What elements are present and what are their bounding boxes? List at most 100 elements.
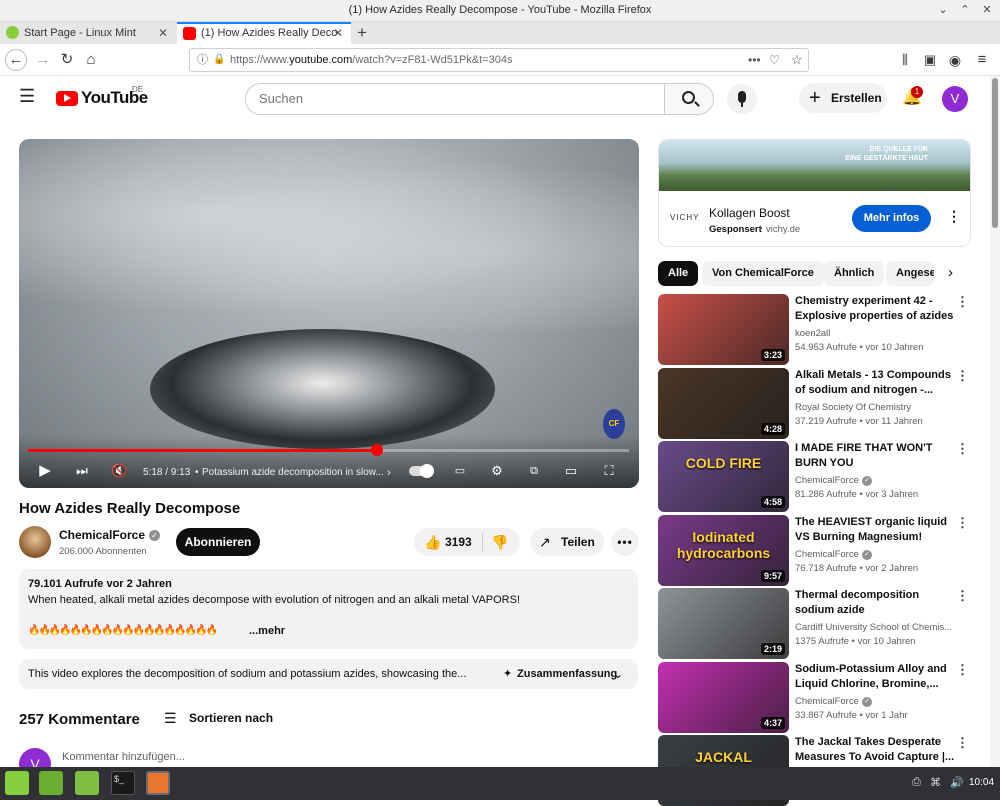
mint-menu-icon[interactable]: [5, 771, 29, 795]
recommendation-title[interactable]: I MADE FIRE THAT WON'T BURN YOU: [795, 441, 960, 471]
recommendation-thumbnail[interactable]: 3:23: [658, 294, 789, 365]
more-vertical-icon[interactable]: ⋮: [956, 368, 969, 384]
ad-banner-image[interactable]: DIE QUELLE FÜR EINE GESTÄRKTE HAUT: [659, 140, 970, 191]
hamburger-menu-icon[interactable]: ☰: [19, 86, 35, 107]
back-icon[interactable]: ←: [5, 49, 27, 71]
ad-cta-button[interactable]: Mehr infos: [852, 205, 931, 232]
url-bar[interactable]: ⓘ 🔒 https://www.youtube.com/watch?v=zF81…: [189, 48, 809, 72]
recommendation-channel[interactable]: Cardiff University School of Chemis...: [795, 622, 952, 633]
tab-start-page[interactable]: Start Page - Linux Mint ✕: [0, 22, 176, 44]
settings-gear-icon[interactable]: ⚙: [489, 463, 505, 479]
comment-input[interactable]: Kommentar hinzufügen...: [62, 751, 185, 763]
firefox-icon[interactable]: [146, 771, 170, 795]
description-box[interactable]: 79.101 Aufrufe vor 2 Jahren When heated,…: [19, 569, 638, 649]
video-player[interactable]: CF ▶ ⏭ 🔇 5:18 / 9:13 • Potassium azide d…: [19, 139, 639, 488]
sort-label[interactable]: Sortieren nach: [189, 711, 273, 725]
volume-icon[interactable]: 🔊: [950, 776, 964, 789]
page-actions-icon[interactable]: •••: [748, 49, 761, 71]
recommendation-item[interactable]: 4:37 Sodium-Potassium Alloy and Liquid Ch…: [658, 662, 988, 733]
channel-name[interactable]: ChemicalForce: [59, 528, 145, 542]
recommendation-title[interactable]: The HEAVIEST organic liquid VS Burning M…: [795, 515, 960, 545]
mute-icon[interactable]: 🔇: [111, 463, 127, 479]
clock[interactable]: 10:04: [969, 777, 994, 788]
recommendation-item[interactable]: Iodinated hydrocarbons 9:57 The HEAVIEST o…: [658, 515, 988, 586]
more-vertical-icon[interactable]: ⋮: [956, 662, 969, 678]
more-vertical-icon[interactable]: ⋮: [956, 441, 969, 457]
close-tab-icon[interactable]: ✕: [333, 24, 343, 43]
recommendation-item[interactable]: COLD FIRE 4:58 I MADE FIRE THAT WON'T BURN…: [658, 441, 988, 512]
autoplay-toggle[interactable]: [409, 464, 434, 478]
create-button[interactable]: + Erstellen: [799, 83, 887, 113]
like-count[interactable]: 3193: [445, 528, 472, 556]
chip-watched[interactable]: Angesehen: [886, 261, 934, 286]
more-vertical-icon[interactable]: ⋮: [956, 735, 969, 751]
more-actions-button[interactable]: •••: [611, 528, 639, 556]
miniplayer-icon[interactable]: ⧉: [526, 463, 542, 479]
more-vertical-icon[interactable]: ⋮: [956, 515, 969, 531]
progress-scrubber[interactable]: [370, 444, 383, 456]
fullscreen-icon[interactable]: ⛶: [601, 463, 617, 479]
sidebar-icon[interactable]: ▣: [920, 50, 940, 70]
reload-icon[interactable]: ↻: [57, 50, 77, 70]
chapter-title[interactable]: Potassium azide decomposition in slow...: [202, 467, 384, 478]
recommendation-thumbnail[interactable]: 2:19: [658, 588, 789, 659]
recommendation-title[interactable]: Alkali Metals - 13 Compounds of sodium a…: [795, 368, 960, 398]
forward-icon[interactable]: →: [33, 50, 53, 70]
recommendation-channel[interactable]: ChemicalForce: [795, 475, 859, 486]
play-icon[interactable]: ▶: [37, 463, 53, 479]
maximize-icon[interactable]: ⌃: [958, 3, 972, 16]
home-icon[interactable]: ⌂: [81, 50, 101, 70]
show-desktop-icon[interactable]: [39, 771, 63, 795]
close-window-icon[interactable]: ✕: [980, 3, 994, 16]
recommendation-channel[interactable]: Royal Society Of Chemistry: [795, 402, 911, 413]
new-tab-icon[interactable]: +: [357, 23, 367, 43]
chip-all[interactable]: Alle: [658, 261, 699, 286]
chips-next-icon[interactable]: ›: [948, 264, 953, 281]
recommendation-channel[interactable]: ChemicalForce: [795, 696, 859, 707]
chevron-down-icon[interactable]: ⌄: [613, 659, 623, 689]
recommendation-title[interactable]: Chemistry experiment 42 - Explosive prop…: [795, 294, 960, 324]
account-icon[interactable]: ◉: [945, 50, 965, 70]
network-icon[interactable]: ⌘: [930, 776, 941, 789]
recommendation-item[interactable]: 4:28 Alkali Metals - 13 Compounds of sodi…: [658, 368, 988, 439]
minimize-icon[interactable]: ⌄: [936, 3, 950, 16]
terminal-icon[interactable]: $_: [111, 771, 135, 795]
recommendation-thumbnail[interactable]: COLD FIRE 4:58: [658, 441, 789, 512]
files-icon[interactable]: [75, 771, 99, 795]
youtube-logo-icon[interactable]: [56, 91, 78, 106]
show-more-link[interactable]: ...mehr: [249, 625, 285, 637]
chapter-chevron-icon[interactable]: ›: [387, 467, 391, 479]
share-button[interactable]: ↗ Teilen: [530, 528, 604, 556]
more-vertical-icon[interactable]: ⋮: [956, 588, 969, 604]
theater-mode-icon[interactable]: ▭: [563, 463, 579, 479]
search-button[interactable]: [664, 83, 714, 115]
recommendation-thumbnail[interactable]: 4:37: [658, 662, 789, 733]
next-icon[interactable]: ⏭: [74, 463, 90, 479]
chip-related[interactable]: Ähnlich: [824, 261, 885, 286]
recommendation-item[interactable]: 3:23 Chemistry experiment 42 - Explosive …: [658, 294, 988, 365]
tab-youtube[interactable]: (1) How Azides Really Deco ✕: [177, 22, 351, 44]
recommendation-channel[interactable]: ChemicalForce: [795, 549, 859, 560]
recommendation-channel[interactable]: koen2all: [795, 328, 830, 339]
dislike-icon[interactable]: 👎: [491, 528, 508, 556]
sort-icon[interactable]: ☰: [164, 710, 177, 727]
page-scrollbar[interactable]: [990, 76, 1000, 767]
printer-icon[interactable]: ⎙: [912, 776, 921, 789]
library-icon[interactable]: ⫼: [895, 50, 915, 70]
scrollbar-thumb[interactable]: [992, 78, 998, 228]
subscribe-button[interactable]: Abonnieren: [176, 528, 260, 556]
menu-icon[interactable]: ≡: [972, 50, 992, 70]
like-icon[interactable]: 👍: [424, 528, 441, 556]
recommendation-title[interactable]: Thermal decomposition sodium azide: [795, 588, 960, 618]
ad-card[interactable]: DIE QUELLE FÜR EINE GESTÄRKTE HAUT VICHY…: [658, 139, 971, 247]
search-input[interactable]: Suchen: [245, 83, 665, 115]
ai-summary-bar[interactable]: This video explores the decomposition of…: [19, 659, 638, 689]
progress-bar[interactable]: [28, 444, 629, 456]
recommendation-thumbnail[interactable]: Iodinated hydrocarbons 9:57: [658, 515, 789, 586]
ad-more-icon[interactable]: ⋮: [947, 208, 961, 225]
close-tab-icon[interactable]: ✕: [158, 22, 168, 44]
info-icon[interactable]: ⓘ: [197, 49, 208, 71]
recommendation-title[interactable]: The Jackal Takes Desperate Measures To A…: [795, 735, 960, 765]
recommendation-thumbnail[interactable]: 4:28: [658, 368, 789, 439]
chip-from-channel[interactable]: Von ChemicalForce: [702, 261, 824, 286]
